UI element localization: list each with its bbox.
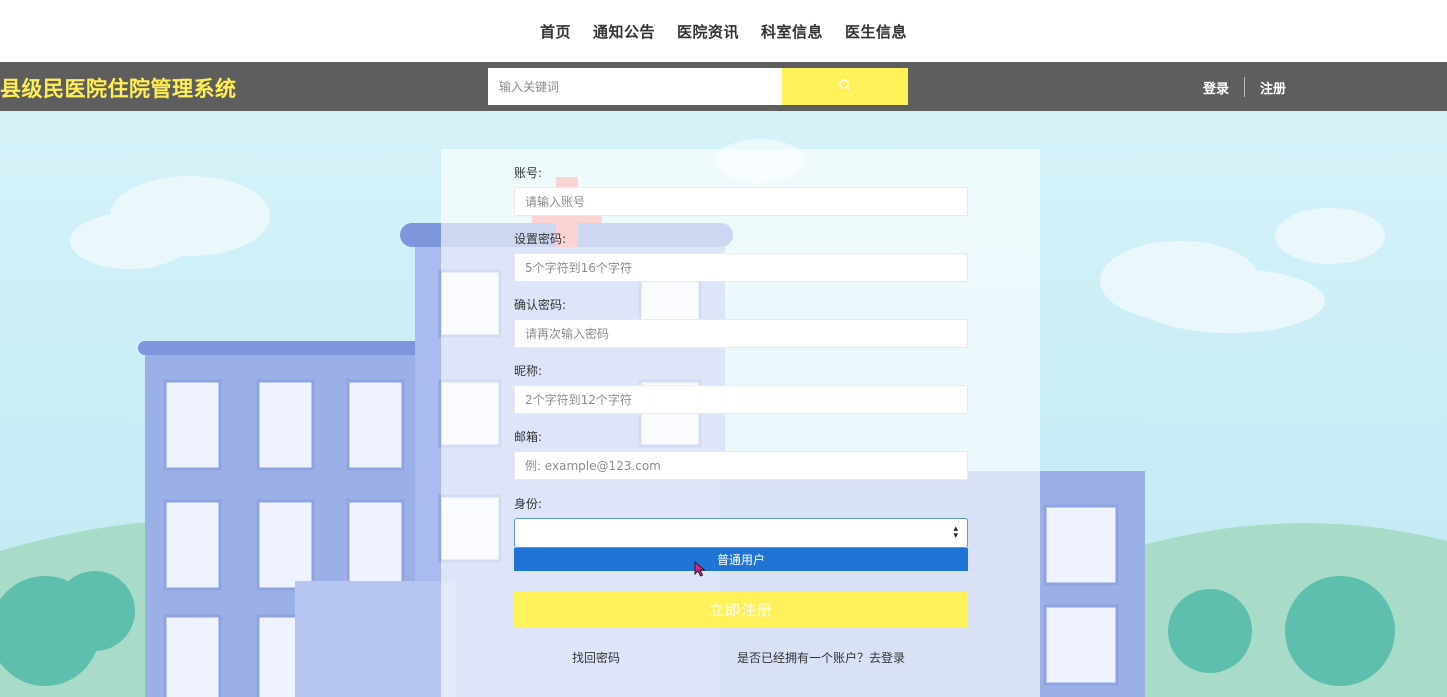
- email-label: 邮箱:: [514, 430, 543, 444]
- password-label: 设置密码:: [514, 232, 567, 246]
- go-login-link[interactable]: 是否已经拥有一个账户？去登录: [737, 649, 905, 666]
- email-input[interactable]: [514, 451, 968, 480]
- confirm-password-label: 确认密码:: [514, 298, 567, 312]
- site-title: 县级民医院住院管理系统: [0, 77, 237, 101]
- header-bar: 县级民医院住院管理系统 登录 注册: [0, 62, 1447, 111]
- nav-departments[interactable]: 科室信息: [761, 21, 823, 42]
- password-input[interactable]: [514, 253, 968, 282]
- search-icon: [838, 77, 852, 96]
- mouse-cursor-icon: [694, 560, 706, 581]
- login-link[interactable]: 登录: [1203, 78, 1229, 97]
- account-input[interactable]: [514, 187, 968, 216]
- forgot-password-link[interactable]: 找回密码: [572, 649, 620, 666]
- register-submit-button[interactable]: 立即注册: [514, 591, 968, 627]
- nav-news[interactable]: 医院资讯: [677, 21, 739, 42]
- search-button[interactable]: [782, 68, 908, 105]
- nickname-input[interactable]: [514, 385, 968, 414]
- select-arrows-icon: ▴ ▾: [953, 524, 958, 541]
- nav-home[interactable]: 首页: [540, 21, 571, 42]
- identity-label: 身份:: [514, 497, 543, 511]
- nickname-label: 昵称:: [514, 364, 543, 378]
- identity-option-normal-user[interactable]: 普通用户: [514, 548, 968, 571]
- identity-select[interactable]: ▴ ▾: [514, 518, 968, 548]
- nav-notice[interactable]: 通知公告: [593, 21, 655, 42]
- search-input[interactable]: [488, 68, 784, 105]
- nav-doctors[interactable]: 医生信息: [845, 21, 907, 42]
- register-link[interactable]: 注册: [1260, 78, 1286, 97]
- auth-divider: [1244, 77, 1246, 97]
- account-label: 账号:: [514, 166, 543, 180]
- auth-links: 登录 注册: [1203, 77, 1286, 97]
- confirm-password-input[interactable]: [514, 319, 968, 348]
- top-nav: 首页 通知公告 医院资讯 科室信息 医生信息: [0, 0, 1447, 62]
